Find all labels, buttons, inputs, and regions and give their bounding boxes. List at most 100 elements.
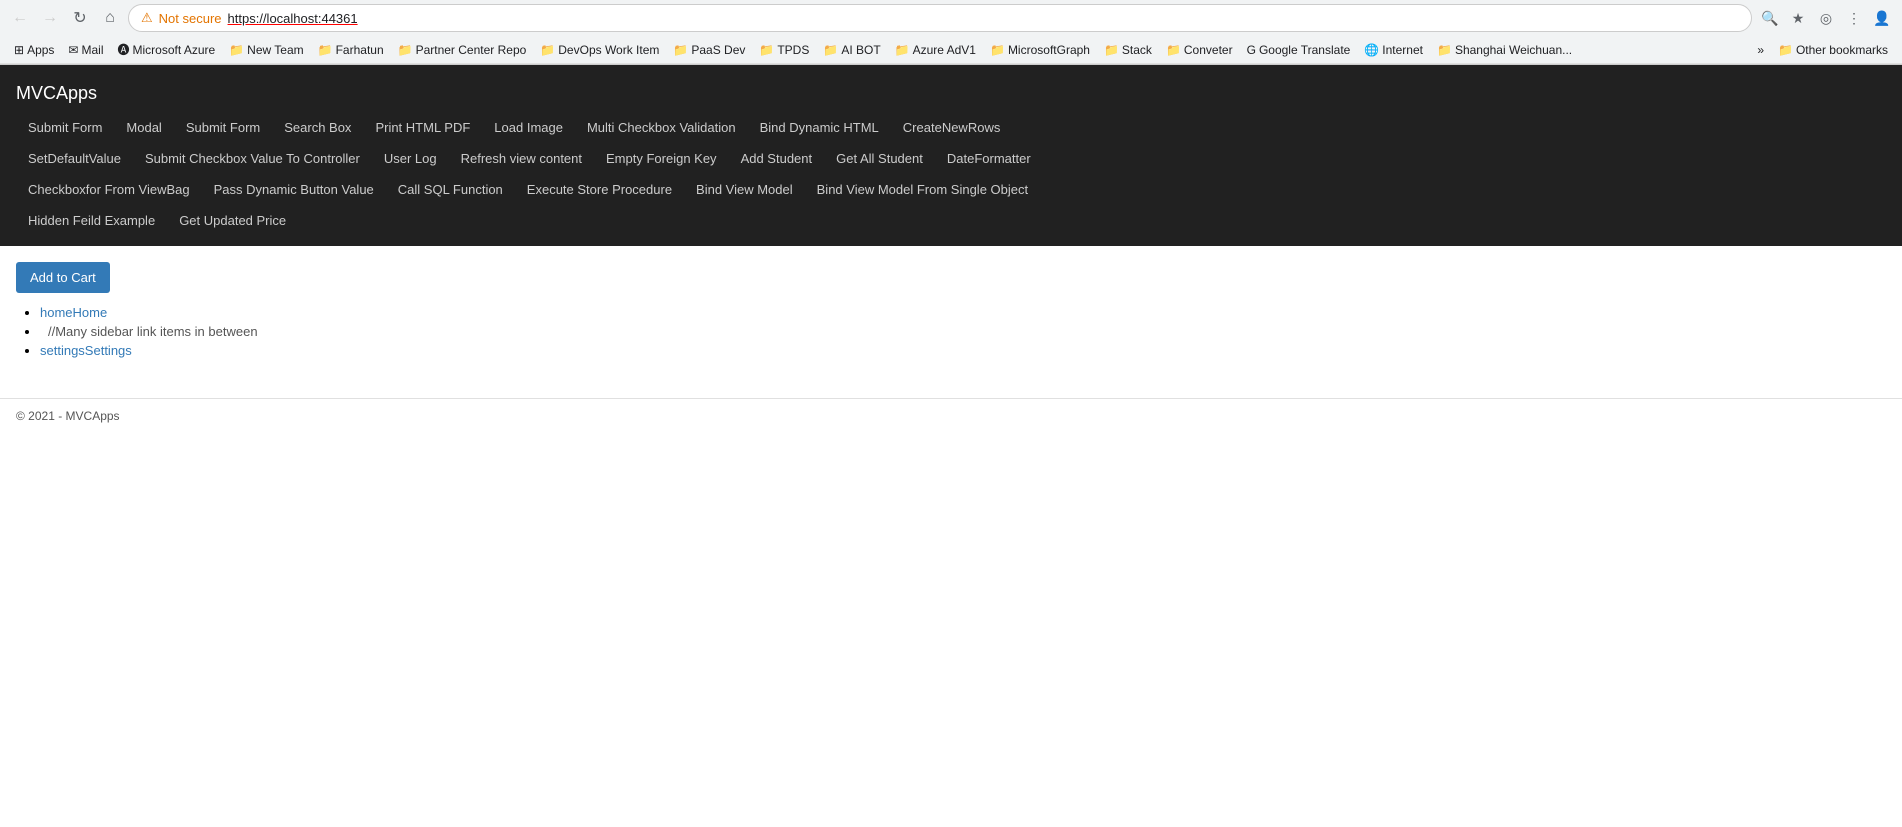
back-button[interactable]: ← [8,6,32,30]
add-to-cart-button[interactable]: Add to Cart [16,262,110,293]
bookmark-shanghai-label: Shanghai Weichuan... [1455,43,1572,57]
nav-refresh-view[interactable]: Refresh view content [449,143,594,174]
bookmark-google-translate[interactable]: G Google Translate [1241,41,1357,59]
google-translate-icon: G [1247,43,1256,57]
navbar: MVCApps Submit Form Modal Submit Form Se… [0,65,1902,246]
bookmark-conveter-label: Conveter [1184,43,1233,57]
sidebar-list: homeHome //Many sidebar link items in be… [16,305,1886,358]
home-button[interactable]: ⌂ [98,6,122,30]
extensions-icon[interactable]: ◎ [1814,6,1838,30]
bookmark-tpds-label: TPDS [777,43,809,57]
msgraph-icon: 📁 [990,43,1005,57]
bookmark-new-team[interactable]: 📁 New Team [223,41,309,59]
bookmark-mail[interactable]: ✉ Mail [62,41,109,59]
nav-checkboxfor[interactable]: Checkboxfor From ViewBag [16,174,202,205]
bookmark-icon[interactable]: ★ [1786,6,1810,30]
nav-submit-checkbox[interactable]: Submit Checkbox Value To Controller [133,143,372,174]
nav-set-default[interactable]: SetDefaultValue [16,143,133,174]
nav-add-student[interactable]: Add Student [729,143,825,174]
copyright-text: © 2021 - MVCApps [16,409,120,423]
bookmark-azure-adv1[interactable]: 📁 Azure AdV1 [889,41,982,59]
search-icon[interactable]: 🔍 [1758,6,1782,30]
azure-adv1-icon: 📁 [895,43,910,57]
nav-submit-form-1[interactable]: Submit Form [16,112,114,143]
nav-get-updated-price[interactable]: Get Updated Price [167,205,298,236]
nav-multi-checkbox[interactable]: Multi Checkbox Validation [575,112,748,143]
bookmark-shanghai[interactable]: 📁 Shanghai Weichuan... [1431,41,1578,59]
bookmark-apps[interactable]: ⊞ Apps [8,41,60,59]
nav-get-all-student[interactable]: Get All Student [824,143,935,174]
nav-bind-dynamic[interactable]: Bind Dynamic HTML [748,112,891,143]
bookmark-devops[interactable]: 📁 DevOps Work Item [534,41,665,59]
bookmark-apps-label: Apps [27,43,54,57]
nav-call-sql[interactable]: Call SQL Function [386,174,515,205]
nav-search-box[interactable]: Search Box [272,112,363,143]
bookmark-conveter[interactable]: 📁 Conveter [1160,41,1239,59]
nav-user-log[interactable]: User Log [372,143,449,174]
bookmark-mail-label: Mail [81,43,103,57]
browser-toolbar: ← → ↻ ⌂ ⚠ Not secure https://localhost:4… [0,0,1902,36]
nav-load-image[interactable]: Load Image [482,112,575,143]
profile-icon[interactable]: 👤 [1870,6,1894,30]
devops-icon: 📁 [540,43,555,57]
nav-print-html[interactable]: Print HTML PDF [363,112,482,143]
nav-row-4: Hidden Feild Example Get Updated Price [0,205,1902,236]
sidebar-middle-text: //Many sidebar link items in between [40,324,258,339]
menu-icon[interactable]: ⋮ [1842,6,1866,30]
browser-chrome: ← → ↻ ⌂ ⚠ Not secure https://localhost:4… [0,0,1902,65]
stack-icon: 📁 [1104,43,1119,57]
nav-create-new-rows[interactable]: CreateNewRows [891,112,1013,143]
bookmark-other[interactable]: 📁 Other bookmarks [1772,41,1894,59]
page-content: MVCApps Submit Form Modal Submit Form Se… [0,65,1902,665]
nav-pass-dynamic[interactable]: Pass Dynamic Button Value [202,174,386,205]
bookmark-new-team-label: New Team [247,43,303,57]
bookmark-farhatun-label: Farhatun [336,43,384,57]
bookmark-internet[interactable]: 🌐 Internet [1358,41,1429,59]
bookmark-azure[interactable]: 🅐 Microsoft Azure [112,39,222,60]
bookmark-tpds[interactable]: 📁 TPDS [753,41,815,59]
home-link[interactable]: homeHome [40,305,107,320]
bookmark-aibot[interactable]: 📁 AI BOT [817,41,886,59]
bookmark-other-label: Other bookmarks [1796,43,1888,57]
nav-date-formatter[interactable]: DateFormatter [935,143,1043,174]
new-team-icon: 📁 [229,43,244,57]
bookmark-farhatun[interactable]: 📁 Farhatun [312,41,390,59]
list-item-home: homeHome [40,305,1886,320]
bookmark-partner-center-label: Partner Center Repo [416,43,527,57]
nav-submit-form-2[interactable]: Submit Form [174,112,272,143]
bookmark-internet-label: Internet [1382,43,1423,57]
internet-icon: 🌐 [1364,43,1379,57]
nav-empty-fk[interactable]: Empty Foreign Key [594,143,729,174]
list-item-settings: settingsSettings [40,343,1886,358]
security-warning-icon: ⚠ [141,10,153,26]
navbar-brand[interactable]: MVCApps [0,75,1902,112]
nav-bind-view-model-single[interactable]: Bind View Model From Single Object [805,174,1040,205]
bookmark-azure-adv1-label: Azure AdV1 [913,43,976,57]
nav-row-3: Checkboxfor From ViewBag Pass Dynamic Bu… [0,174,1902,205]
forward-button[interactable]: → [38,6,62,30]
settings-link[interactable]: settingsSettings [40,343,132,358]
nav-row-2: SetDefaultValue Submit Checkbox Value To… [0,143,1902,174]
bookmark-google-translate-label: Google Translate [1259,43,1350,57]
bookmark-more[interactable]: » [1751,41,1770,59]
mail-icon: ✉ [68,43,78,57]
url-text[interactable]: https://localhost:44361 [228,11,358,26]
farhatun-icon: 📁 [318,43,333,57]
security-warning-text: Not secure [159,11,222,26]
bookmark-msgraph[interactable]: 📁 MicrosoftGraph [984,41,1096,59]
bookmarks-bar: ⊞ Apps ✉ Mail 🅐 Microsoft Azure 📁 New Te… [0,36,1902,64]
conveter-icon: 📁 [1166,43,1181,57]
apps-icon: ⊞ [14,43,24,57]
nav-modal[interactable]: Modal [114,112,173,143]
bookmark-stack[interactable]: 📁 Stack [1098,41,1158,59]
aibot-icon: 📁 [823,43,838,57]
nav-hidden-field[interactable]: Hidden Feild Example [16,205,167,236]
bookmark-azure-label: Microsoft Azure [133,43,216,57]
reload-button[interactable]: ↻ [68,6,92,30]
nav-row-1: Submit Form Modal Submit Form Search Box… [0,112,1902,143]
nav-execute-store[interactable]: Execute Store Procedure [515,174,684,205]
bookmark-partner-center[interactable]: 📁 Partner Center Repo [392,41,533,59]
bookmark-paas[interactable]: 📁 PaaS Dev [667,41,751,59]
bookmark-aibot-label: AI BOT [841,43,880,57]
nav-bind-view-model[interactable]: Bind View Model [684,174,805,205]
